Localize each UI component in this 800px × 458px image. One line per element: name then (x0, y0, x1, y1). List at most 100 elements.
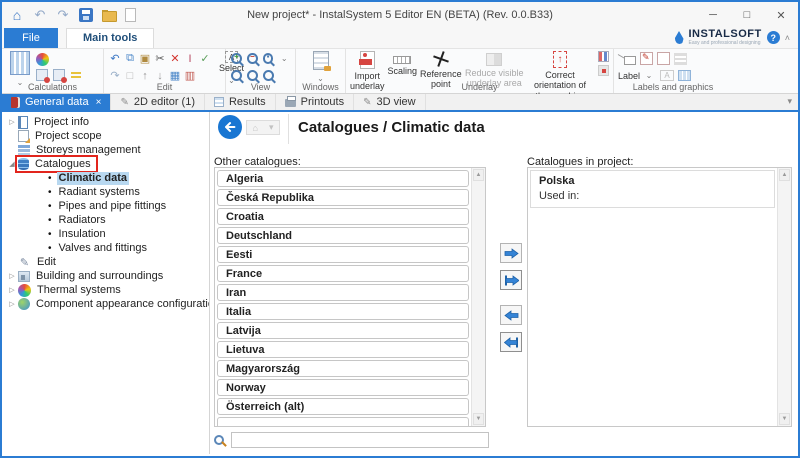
nav-home-icon[interactable]: ⌂ (253, 123, 258, 133)
zoom-in-icon[interactable]: + (231, 53, 242, 64)
scrollbar[interactable] (471, 168, 485, 426)
delete-icon[interactable] (168, 52, 182, 66)
help-icon[interactable]: ? (767, 31, 780, 44)
catalogue-item[interactable]: Iran (217, 284, 469, 301)
back-button[interactable] (218, 115, 242, 139)
document-tab[interactable]: General data × (2, 94, 111, 110)
add-to-project-button[interactable] (500, 243, 522, 263)
underlay-layers-icon[interactable] (598, 51, 609, 62)
close-tab-icon[interactable]: × (96, 97, 102, 108)
tab-main-tools[interactable]: Main tools (66, 28, 154, 48)
catalogue-item[interactable]: Deutschland (217, 227, 469, 244)
label-button[interactable]: Label (618, 69, 656, 83)
table-icon[interactable] (678, 70, 691, 81)
tree-item[interactable]: Radiant systems (2, 185, 209, 199)
undo-icon[interactable] (108, 52, 122, 66)
document-tab[interactable]: Results (205, 94, 276, 110)
tree-item[interactable]: Radiators (2, 213, 209, 227)
zoom-selection-icon[interactable] (231, 70, 242, 81)
remove-all-from-project-button[interactable] (500, 332, 522, 352)
catalogue-item[interactable]: Magyarország (217, 360, 469, 377)
label-dropdown-icon[interactable] (642, 69, 656, 83)
catalogue-item[interactable]: Eesti (217, 246, 469, 263)
close-button[interactable]: ✕ (764, 3, 798, 27)
graphics-chart-icon[interactable] (657, 52, 670, 65)
copy-icon[interactable] (123, 52, 137, 66)
calculations-icon[interactable] (10, 51, 30, 75)
move-up-icon[interactable] (138, 69, 152, 83)
tree-expander-icon[interactable]: ▷ (7, 286, 17, 294)
tree-expander-icon[interactable]: ▷ (7, 300, 17, 308)
tree-item[interactable]: Project scope (2, 129, 209, 143)
collapse-ribbon-icon[interactable]: ˄ (785, 33, 790, 43)
diagnostics-icon[interactable] (36, 69, 48, 81)
tree-item[interactable]: ▷ Component appearance configuration (2, 297, 209, 311)
home-icon[interactable] (10, 8, 24, 22)
tree-item[interactable]: ▷ Building and surroundings (2, 269, 209, 283)
new-document-icon[interactable] (125, 8, 136, 22)
legend-icon[interactable] (674, 53, 687, 65)
catalogue-item[interactable]: Lietuva (217, 341, 469, 358)
zoom-previous-icon[interactable] (247, 70, 258, 81)
file-tab[interactable]: File (4, 28, 58, 48)
save-icon[interactable] (79, 8, 93, 22)
zoom-all-icon[interactable] (263, 70, 274, 81)
text-field-icon[interactable] (660, 70, 674, 81)
paste-icon[interactable] (138, 52, 152, 66)
edit-label-icon[interactable] (640, 52, 653, 65)
catalogue-item[interactable]: France (217, 265, 469, 282)
distribute-icon[interactable] (183, 69, 197, 83)
catalogue-item[interactable]: Latvija (217, 322, 469, 339)
catalogue-item[interactable]: Norway (217, 379, 469, 396)
insert-text-icon[interactable] (183, 52, 197, 66)
redo-icon[interactable] (108, 69, 122, 83)
underlay-point-icon[interactable] (598, 65, 609, 76)
tree-expander-icon[interactable]: ◢ (7, 160, 17, 168)
add-all-to-project-button[interactable] (500, 270, 522, 290)
document-tab[interactable]: 3D view (354, 94, 426, 110)
windows-list-icon[interactable] (313, 51, 329, 70)
tree-expander-icon[interactable]: ▷ (7, 272, 17, 280)
document-tab[interactable]: Printouts (276, 94, 354, 110)
calculation-options-icon[interactable] (53, 69, 65, 81)
tree-item[interactable]: Valves and fittings (2, 241, 209, 255)
catalogue-item[interactable]: Italia (217, 303, 469, 320)
tree-item[interactable]: Climatic data (2, 171, 209, 185)
undo-icon[interactable] (33, 8, 47, 22)
scroll-down-icon[interactable] (779, 413, 790, 425)
catalogue-item[interactable]: Česká Republika (217, 189, 469, 206)
open-folder-icon[interactable] (102, 8, 116, 22)
tree-item[interactable]: ▷ Thermal systems (2, 283, 209, 297)
scroll-up-icon[interactable] (779, 169, 790, 181)
document-tab[interactable]: 2D editor (1) (111, 94, 205, 110)
maximize-button[interactable]: □ (730, 3, 764, 27)
project-catalogue-item[interactable]: Polska Used in: (530, 170, 775, 208)
system-options-icon[interactable] (36, 53, 49, 66)
scrollbar[interactable] (777, 168, 791, 426)
redo-icon[interactable] (56, 8, 70, 22)
view-dropdown-icon[interactable] (277, 52, 291, 66)
catalogue-search-input[interactable] (231, 432, 489, 448)
tree-item[interactable]: Edit (2, 255, 209, 269)
tree-item[interactable]: ▷ Project info (2, 115, 209, 129)
tree-item[interactable]: Pipes and pipe fittings (2, 199, 209, 213)
tree-item[interactable]: Insulation (2, 227, 209, 241)
remove-from-project-button[interactable] (500, 305, 522, 325)
align-grid-icon[interactable] (168, 69, 182, 83)
catalogue-item[interactable]: Croatia (217, 208, 469, 225)
catalogue-item[interactable]: Algeria (217, 170, 469, 187)
zoom-out-icon[interactable]: − (247, 53, 258, 64)
zoom-page-icon[interactable]: ▪ (263, 53, 274, 64)
callout-icon[interactable] (618, 53, 636, 65)
move-down-icon[interactable] (153, 69, 167, 83)
tree-item[interactable]: ◢ Catalogues (2, 157, 209, 171)
cut-icon[interactable] (153, 52, 167, 66)
accept-icon[interactable] (198, 52, 212, 66)
tree-expander-icon[interactable]: ▷ (7, 118, 17, 126)
tree-item[interactable]: Storeys management (2, 143, 209, 157)
tab-overflow-icon[interactable] (787, 96, 792, 107)
scroll-down-icon[interactable] (473, 413, 484, 425)
selection-box-icon[interactable] (123, 69, 137, 83)
scroll-up-icon[interactable] (473, 169, 484, 181)
results-icon[interactable] (70, 69, 82, 81)
